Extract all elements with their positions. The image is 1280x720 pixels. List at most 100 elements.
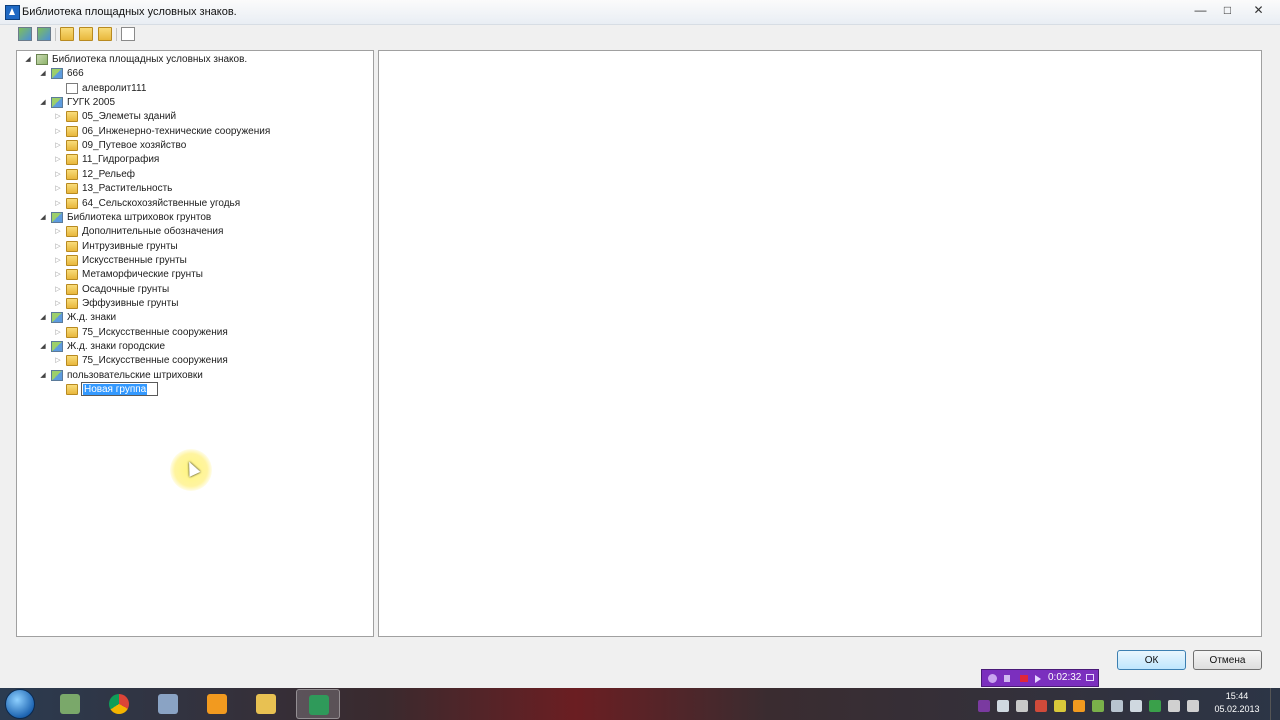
screen-recorder-bar[interactable]: 0:02:32 <box>981 669 1099 687</box>
delete-folder-icon[interactable] <box>98 27 112 41</box>
show-desktop-button[interactable] <box>1270 688 1280 720</box>
minimize-button[interactable]: — <box>1187 1 1214 19</box>
folder-icon <box>66 197 78 209</box>
recording-time: 0:02:32 <box>1048 672 1082 683</box>
taskbar-app-network[interactable] <box>48 689 92 719</box>
new-symbol-icon[interactable] <box>121 27 135 41</box>
taskbar-app-chrome[interactable] <box>97 689 141 719</box>
folder-icon <box>66 140 78 152</box>
window-title: Библиотека площадных условных знаков. <box>22 6 237 18</box>
tree-node-label: ГУГК 2005 <box>67 97 116 109</box>
expand-arrow-closed-icon[interactable]: ▷ <box>53 297 63 311</box>
taskbar-app-3d[interactable] <box>146 689 190 719</box>
recorder-logo-icon <box>988 674 997 683</box>
toolbar <box>0 25 1280 45</box>
onenote-tray-icon[interactable] <box>978 700 990 712</box>
folder-icon <box>66 125 78 137</box>
folder-properties-icon[interactable] <box>79 27 93 41</box>
tray-icon-green[interactable] <box>1092 700 1104 712</box>
folder-icon <box>66 283 78 295</box>
tree-node-label: Дополнительные обозначения <box>82 226 224 238</box>
tree-node-label: 05_Элеметы зданий <box>82 111 177 123</box>
expand-arrow-open-icon[interactable]: ◢ <box>38 96 48 110</box>
expand-arrow-closed-icon[interactable]: ▷ <box>53 168 63 182</box>
tree-node-label: 75_Искусственные сооружения <box>82 355 228 367</box>
expand-arrow-open-icon[interactable]: ◢ <box>38 340 48 354</box>
taskbar <box>0 688 1280 720</box>
expand-arrow-open-icon[interactable]: ◢ <box>38 211 48 225</box>
expand-arrow-closed-icon[interactable]: ▷ <box>53 139 63 153</box>
volume-tray-icon[interactable] <box>1016 700 1028 712</box>
maximize-button[interactable]: □ <box>1214 1 1241 19</box>
tree-node-label: Интрузивные грунты <box>82 240 178 252</box>
tree-node-label: Осадочные грунты <box>82 283 170 295</box>
expand-arrow-closed-icon[interactable]: ▷ <box>53 326 63 340</box>
tray-icon-flag[interactable] <box>1187 700 1199 712</box>
recorder-menu-icon[interactable] <box>1086 674 1094 681</box>
play-icon[interactable] <box>1035 675 1041 683</box>
ok-button[interactable]: ОК <box>1117 650 1186 670</box>
folder-icon <box>66 355 78 367</box>
folder-icon <box>66 254 78 266</box>
expand-arrow-closed-icon[interactable]: ▷ <box>53 225 63 239</box>
app-icon <box>5 5 20 20</box>
expand-arrow-closed-icon[interactable]: ▷ <box>53 254 63 268</box>
start-button[interactable] <box>5 689 35 719</box>
expand-arrow-closed-icon[interactable]: ▷ <box>53 197 63 211</box>
outlook-tray-icon[interactable] <box>1073 700 1085 712</box>
clock-time: 15:44 <box>1225 691 1249 701</box>
expand-arrow-closed-icon[interactable]: ▷ <box>53 153 63 167</box>
tree-node-label: 11_Гидрография <box>82 154 160 166</box>
expand-arrow-closed-icon[interactable]: ▷ <box>53 283 63 297</box>
expand-arrow-open-icon[interactable]: ◢ <box>38 311 48 325</box>
cancel-button[interactable]: Отмена <box>1193 650 1262 670</box>
tray-icon-yellow[interactable] <box>1054 700 1066 712</box>
library-icon <box>51 341 63 352</box>
folder-icon <box>66 240 78 252</box>
chrome-icon <box>109 694 129 714</box>
library-tree[interactable]: ◢ Библиотека площадных условных знаков. ◢ 6… <box>16 50 374 637</box>
tree-node-label: Библиотека штриховок грунтов <box>67 211 212 223</box>
tray-icon-tool[interactable] <box>1168 700 1180 712</box>
tray-icon-red[interactable] <box>1035 700 1047 712</box>
expand-arrow-open-icon[interactable]: ◢ <box>23 53 33 67</box>
folder-icon <box>66 111 78 123</box>
taskbar-app-active[interactable] <box>296 689 340 719</box>
library-dialog-window: Библиотека площадных условных знаков. — … <box>0 0 1280 688</box>
expand-arrow-closed-icon[interactable]: ▷ <box>53 268 63 282</box>
rename-input[interactable]: Новая группа <box>81 382 159 397</box>
expand-arrow-closed-icon[interactable]: ▷ <box>53 240 63 254</box>
tree-node-label: Эффузивные грунты <box>82 297 179 309</box>
taskbar-app-explorer[interactable] <box>244 689 288 719</box>
expand-arrow-open-icon[interactable]: ◢ <box>38 369 48 383</box>
expand-arrow-closed-icon[interactable]: ▷ <box>53 354 63 368</box>
folder-explorer-icon <box>256 694 276 714</box>
tree-node-label: 13_Растительность <box>82 183 173 195</box>
tree-node-label: Ж.д. знаки городские <box>67 341 166 352</box>
folder-icon <box>66 384 78 396</box>
library-properties-icon[interactable] <box>37 27 51 41</box>
tray-icon-devices[interactable] <box>1130 700 1142 712</box>
expand-arrow-closed-icon[interactable]: ▷ <box>53 125 63 139</box>
folder-icon <box>66 326 78 338</box>
toolbar-separator <box>55 28 56 41</box>
expand-arrow-open-icon[interactable]: ◢ <box>38 67 48 81</box>
expand-arrow-closed-icon[interactable]: ▷ <box>53 110 63 124</box>
title-bar[interactable]: Библиотека площадных условных знаков. — … <box>0 0 1280 25</box>
add-library-icon[interactable] <box>18 27 32 41</box>
expand-arrow-closed-icon[interactable]: ▷ <box>53 182 63 196</box>
taskbar-clock[interactable]: 15:44 05.02.2013 <box>1212 690 1262 716</box>
rename-input-value: Новая группа <box>83 384 148 396</box>
taskbar-app-outlook[interactable] <box>195 689 239 719</box>
folder-icon <box>66 183 78 195</box>
library-icon <box>51 68 63 80</box>
tray-icon-window[interactable] <box>1111 700 1123 712</box>
network-tray-icon[interactable] <box>997 700 1009 712</box>
new-folder-icon[interactable] <box>60 27 74 41</box>
close-button[interactable]: ✕ <box>1241 1 1276 19</box>
stop-icon[interactable] <box>1020 675 1028 682</box>
tray-icon-check[interactable] <box>1149 700 1161 712</box>
network-app-icon <box>60 694 80 714</box>
tree-node-label: пользовательские штриховки <box>67 369 203 381</box>
pause-icon[interactable] <box>1004 675 1010 682</box>
